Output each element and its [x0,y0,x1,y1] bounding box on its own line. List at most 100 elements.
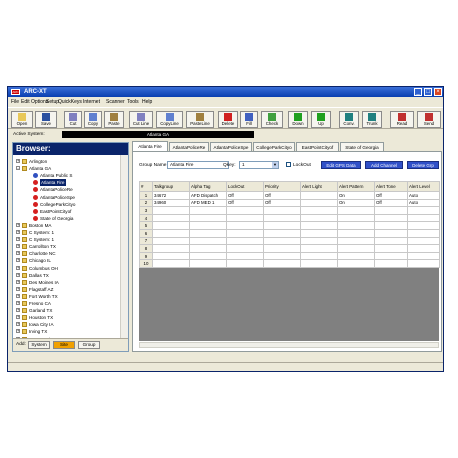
menu-internet[interactable]: Internet [83,99,100,105]
table-cell[interactable]: AFD MED 1 [189,198,227,208]
column-header[interactable]: Alert Light [300,181,338,192]
tree-node[interactable]: + Columbus OH [16,265,120,272]
expand-icon[interactable]: + [16,237,20,242]
table-cell[interactable] [300,191,338,200]
tree-node[interactable]: + Fresno CA [16,300,120,307]
table-cell[interactable] [337,221,375,230]
table-cell[interactable]: 34960 [152,198,190,208]
cut-button[interactable]: Cut [64,111,82,128]
table-cell[interactable] [407,251,440,261]
table-cell[interactable] [337,228,375,238]
table-cell[interactable] [189,251,227,261]
add-group-button[interactable]: Group [78,341,100,349]
table-cell[interactable] [189,228,227,238]
table-cell[interactable]: 3 [139,206,153,215]
table-cell[interactable] [152,228,190,238]
table-cell[interactable] [152,251,190,261]
open-button[interactable]: Open [11,111,33,128]
table-cell[interactable] [374,228,408,238]
table-cell[interactable] [374,251,408,261]
tree-node[interactable]: + C System: 1 [16,229,120,236]
expand-icon[interactable]: + [16,159,20,163]
tree-node[interactable]: + Chicago IL [16,257,120,264]
table-cell[interactable]: Auto [407,191,440,200]
table-cell[interactable] [263,244,301,253]
table-cell[interactable] [407,259,440,268]
tree-node[interactable]: + Arlington [16,158,120,165]
tab-atlantapolicere[interactable]: AtlantaPoliceRe [169,142,209,151]
column-header[interactable]: Alert Level [407,181,440,192]
menu-quickkeys[interactable]: QuickKeys [58,99,82,105]
table-cell[interactable]: Off [226,191,264,200]
table-row[interactable]: 5 [139,221,440,230]
table-cell[interactable] [374,259,408,268]
column-header[interactable]: Alpha Tag [189,181,227,192]
conv-button[interactable]: Conv. [339,111,359,128]
tree-node[interactable]: AtlantaPoliceSpe [16,194,120,201]
tree-node[interactable]: State of Georgia [16,215,120,222]
close-icon[interactable]: × [434,88,442,96]
read-button[interactable]: Read [390,111,414,128]
send-button[interactable]: Send [417,111,441,128]
edit-gps-data-button[interactable]: Edit GPS Data [321,161,361,169]
cut-line-button[interactable]: Cut Line [129,111,153,128]
column-header[interactable]: # [139,181,153,192]
table-cell[interactable]: Auto [407,198,440,208]
up-button[interactable]: Up [311,111,331,128]
expand-icon[interactable]: + [16,265,20,270]
tree-node[interactable]: + Garland TX [16,307,120,314]
expand-icon[interactable]: + [16,244,20,249]
table-cell[interactable] [263,228,301,238]
table-cell[interactable] [374,244,408,253]
table-cell[interactable] [300,228,338,238]
tree-node[interactable]: + Boston MA [16,222,120,229]
check-button[interactable]: Check [261,111,283,128]
table-row[interactable]: 3 [139,206,440,215]
table-cell[interactable] [189,213,227,223]
table-cell[interactable] [407,221,440,230]
table-cell[interactable]: Off [263,198,301,208]
copyline-button[interactable]: CopyLine [156,111,183,128]
table-cell[interactable] [337,244,375,253]
browser-scrollbar[interactable] [120,155,128,341]
down-button[interactable]: Down [288,111,308,128]
tree-node[interactable]: Atlanta Public S [16,172,120,179]
table-cell[interactable] [152,244,190,253]
copy-button[interactable]: Copy [84,111,102,128]
table-cell[interactable] [226,213,264,223]
minimize-icon[interactable]: _ [414,88,422,96]
table-cell[interactable] [374,206,408,215]
table-cell[interactable] [152,236,190,246]
table-cell[interactable] [300,198,338,208]
column-header[interactable]: Alert Tone [374,181,408,192]
save-button[interactable]: Save [35,111,57,128]
table-cell[interactable]: Off [374,191,408,200]
tree-node[interactable]: + Flagstaff AZ [16,286,120,293]
table-cell[interactable] [300,236,338,246]
column-header[interactable]: Priority [263,181,301,192]
expand-icon[interactable]: + [16,293,20,298]
tree-node[interactable]: + C System: 1 [16,236,120,243]
maximize-icon[interactable]: □ [424,88,432,96]
table-cell[interactable] [152,259,190,268]
tree-node[interactable]: - Atlanta GA [16,165,120,172]
table-cell[interactable] [337,206,375,215]
add-channel-button[interactable]: Add Channel [365,161,403,169]
table-cell[interactable]: 2 [139,198,153,208]
chevron-down-icon[interactable]: ▼ [272,162,278,168]
table-cell[interactable] [300,251,338,261]
tree-node[interactable]: + Dallas TX [16,272,120,279]
table-cell[interactable] [407,228,440,238]
tree-node[interactable]: EastPointCityof [16,208,120,215]
expand-icon[interactable]: + [16,222,20,227]
table-cell[interactable]: 9 [139,251,153,261]
table-cell[interactable] [152,206,190,215]
horizontal-scrollbar[interactable] [139,342,439,348]
table-cell[interactable] [152,221,190,230]
tree-node[interactable]: + Fort Worth TX [16,293,120,300]
tree-node[interactable]: + Charlotte NC [16,250,120,257]
table-cell[interactable]: Off [226,198,264,208]
table-cell[interactable] [226,228,264,238]
table-row[interactable]: 7 [139,236,440,246]
table-cell[interactable] [226,251,264,261]
